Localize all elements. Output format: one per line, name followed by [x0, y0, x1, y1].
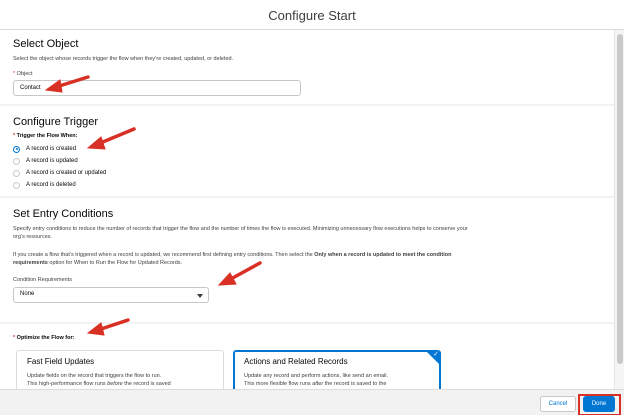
- trigger-label-text: Trigger the Flow When:: [16, 133, 78, 139]
- object-label: * Object: [13, 71, 33, 77]
- trigger-option-created-or-updated[interactable]: A record is created or updated: [13, 168, 106, 178]
- note-text: option for When to Run the Flow for Upda…: [47, 260, 183, 266]
- card-title: Fast Field Updates: [27, 357, 95, 366]
- chevron-down-icon: [197, 294, 203, 298]
- trigger-option-label: A record is created or updated: [26, 170, 107, 176]
- card-description-line: This high-performance flow runs before t…: [27, 380, 213, 388]
- required-marker: *: [13, 133, 16, 139]
- select-object-title: Select Object: [13, 38, 79, 50]
- card-text: This high-performance flow runs: [27, 381, 108, 387]
- trigger-option-deleted[interactable]: A record is deleted: [13, 180, 76, 190]
- entry-conditions-section: Set Entry Conditions Specify entry condi…: [0, 198, 614, 322]
- trigger-option-label: A record is updated: [26, 158, 78, 164]
- optimize-label: * Optimize the Flow for:: [13, 335, 74, 341]
- radio-unchecked-icon[interactable]: [13, 157, 20, 165]
- configure-trigger-section: Configure Trigger * Trigger the Flow Whe…: [0, 106, 614, 196]
- modal-title: Configure Start: [268, 8, 356, 23]
- object-input[interactable]: Contact: [13, 80, 301, 96]
- entry-conditions-title: Set Entry Conditions: [13, 208, 114, 220]
- select-object-section: Select Object Select the object whose re…: [0, 30, 614, 104]
- checkmark-icon: ✓: [433, 351, 439, 358]
- required-marker: *: [13, 71, 16, 77]
- optimize-card-fast-field-updates[interactable]: Fast Field Updates Update fields on the …: [16, 350, 224, 389]
- card-description-line: Update fields on the record that trigger…: [27, 373, 162, 379]
- entry-conditions-note: If you create a flow that’s triggered wh…: [13, 251, 468, 267]
- card-text: This more flexible flow runs: [244, 381, 313, 387]
- card-text: the record is saved to the: [323, 381, 387, 387]
- condition-requirements-label: Condition Requirements: [13, 277, 73, 283]
- object-label-text: Object: [16, 71, 33, 77]
- card-description: Update any record and perform actions, l…: [244, 372, 430, 388]
- trigger-option-created[interactable]: A record is created: [13, 144, 76, 154]
- configure-trigger-title: Configure Trigger: [13, 116, 98, 128]
- condition-requirements-select[interactable]: None: [13, 287, 209, 303]
- optimize-section: * Optimize the Flow for: Fast Field Upda…: [0, 324, 614, 389]
- radio-unchecked-icon[interactable]: [13, 169, 20, 177]
- radio-checked-icon[interactable]: [13, 145, 20, 153]
- optimize-card-actions-related-records[interactable]: ✓ Actions and Related Records Update any…: [233, 350, 441, 389]
- trigger-option-updated[interactable]: A record is updated: [13, 156, 78, 166]
- done-highlight-box: [578, 394, 621, 415]
- scrollbar-thumb[interactable]: [617, 34, 623, 364]
- modal-footer: Cancel Done: [0, 389, 624, 415]
- note-text: If you create a flow that’s triggered wh…: [13, 252, 315, 258]
- card-title: Actions and Related Records: [244, 357, 348, 366]
- required-marker: *: [13, 335, 16, 341]
- trigger-option-label: A record is deleted: [26, 182, 76, 188]
- trigger-option-label: A record is created: [26, 146, 77, 152]
- card-text: the record is saved: [122, 381, 171, 387]
- card-description-line: This more flexible flow runs after the r…: [244, 380, 430, 388]
- modal-content: Select Object Select the object whose re…: [0, 30, 624, 389]
- condition-requirements-value: None: [20, 291, 35, 297]
- content-scrollbar[interactable]: [614, 30, 624, 389]
- entry-conditions-description: Specify entry conditions to reduce the n…: [13, 226, 468, 240]
- radio-unchecked-icon[interactable]: [13, 181, 20, 189]
- trigger-label: * Trigger the Flow When:: [13, 133, 77, 139]
- cancel-button[interactable]: Cancel: [540, 396, 576, 412]
- card-emphasis: after: [312, 381, 324, 387]
- card-emphasis: before: [107, 381, 123, 387]
- card-description: Update fields on the record that trigger…: [27, 372, 213, 388]
- card-description-line: Update any record and perform actions, l…: [244, 373, 388, 379]
- select-object-description: Select the object whose records trigger …: [13, 56, 234, 62]
- modal-header: Configure Start: [0, 0, 624, 30]
- optimize-label-text: Optimize the Flow for:: [16, 335, 75, 341]
